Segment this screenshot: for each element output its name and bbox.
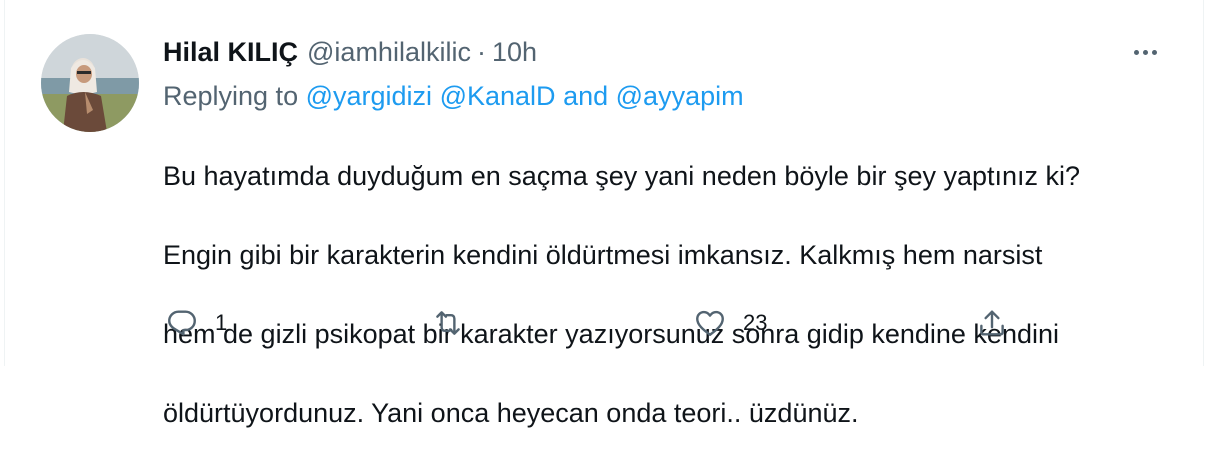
- profile-photo-icon: [41, 34, 139, 132]
- author-handle[interactable]: @iamhilalkilic: [307, 37, 471, 68]
- more-icon: [1142, 49, 1148, 55]
- tweet-text-line: öldürtüyordunuz. Yani onca heyecan onda …: [163, 397, 859, 428]
- retweet-icon: [436, 311, 460, 335]
- tweet-card[interactable]: Hilal KILIÇ @iamhilalkilic · 10h Replyin…: [4, 0, 1204, 428]
- retweet-button[interactable]: [431, 306, 481, 340]
- like-button[interactable]: 23: [693, 306, 767, 340]
- author-name[interactable]: Hilal KILIÇ: [163, 37, 298, 68]
- mention-kanald[interactable]: @KanalD: [440, 81, 556, 111]
- share-icon: [980, 310, 1004, 336]
- tweet-text-line: Engin gibi bir karakterin kendini öldürt…: [163, 239, 1043, 270]
- share-button[interactable]: [975, 306, 1009, 340]
- tweet-text-line: Bu hayatımda duyduğum en saçma şey yani …: [163, 160, 1081, 191]
- replying-prefix: Replying to: [163, 81, 299, 111]
- heart-icon: [696, 310, 724, 336]
- tweet-actions: 1 23: [163, 306, 1063, 346]
- separator-dot: ·: [476, 36, 486, 67]
- timestamp[interactable]: 10h: [492, 37, 537, 68]
- tweet-header: Hilal KILIÇ @iamhilalkilic · 10h: [163, 34, 1163, 70]
- replying-and: and: [563, 81, 609, 111]
- more-icon: [1151, 49, 1157, 55]
- more-icon: [1133, 49, 1139, 55]
- avatar[interactable]: [41, 34, 139, 132]
- mention-yargidizi[interactable]: @yargidizi: [306, 81, 432, 111]
- tweet-text: Bu hayatımda duyduğum en saçma şey yani …: [163, 117, 1163, 473]
- replying-to: Replying to @yargidizi @KanalD and @ayya…: [163, 79, 1163, 113]
- reply-button[interactable]: 1: [165, 306, 227, 340]
- mention-ayyapim[interactable]: @ayyapim: [616, 81, 744, 111]
- more-options-button[interactable]: [1127, 40, 1163, 64]
- reply-count: 1: [215, 310, 228, 335]
- like-count: 23: [743, 310, 768, 335]
- reply-icon: [168, 310, 196, 336]
